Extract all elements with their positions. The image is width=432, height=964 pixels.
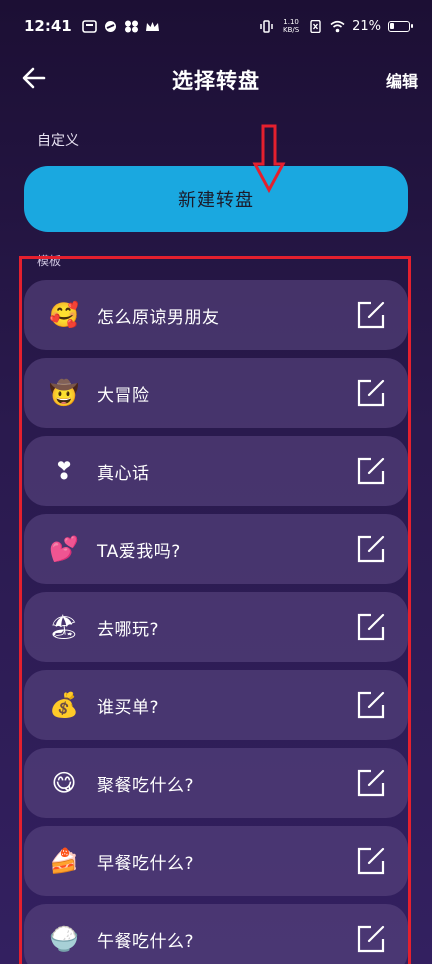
- network-speed-unit: KB/S: [282, 26, 300, 34]
- template-item[interactable]: ❣ 真心话: [24, 436, 408, 506]
- edit-icon[interactable]: [356, 534, 386, 564]
- template-label: 去哪玩?: [97, 619, 160, 640]
- edit-icon[interactable]: [356, 846, 386, 876]
- template-item[interactable]: 🏖 去哪玩?: [24, 592, 408, 662]
- network-speed-value: 1.10: [283, 18, 299, 26]
- edit-button[interactable]: 编辑: [386, 68, 418, 92]
- status-time: 12:41: [24, 17, 72, 35]
- header: 选择转盘 编辑: [0, 52, 432, 104]
- page-title: 选择转盘: [172, 69, 260, 93]
- network-speed: 1.10 KB/S: [281, 18, 301, 34]
- template-emoji: 🏖: [48, 613, 80, 641]
- template-item[interactable]: 🍰 早餐吃什么?: [24, 826, 408, 896]
- template-label: TA爱我吗?: [97, 541, 181, 562]
- edit-icon[interactable]: [356, 612, 386, 642]
- template-emoji: ❣: [53, 457, 75, 485]
- status-right: 1.10 KB/S 21%: [259, 18, 413, 34]
- wifi-icon: [330, 20, 345, 32]
- template-label: 聚餐吃什么?: [97, 775, 195, 796]
- template-emoji: 🥰: [49, 301, 79, 329]
- template-emoji: 🍚: [49, 925, 79, 953]
- notification-app-icon: [104, 20, 116, 32]
- edit-icon[interactable]: [356, 456, 386, 486]
- template-emoji: 💕: [49, 535, 79, 563]
- template-label: 怎么原谅男朋友: [97, 307, 220, 328]
- template-item[interactable]: 🤠 大冒险: [24, 358, 408, 428]
- template-label: 真心话: [97, 463, 150, 484]
- template-item[interactable]: 💕 TA爱我吗?: [24, 514, 408, 584]
- edit-icon[interactable]: [356, 768, 386, 798]
- template-label: 大冒险: [97, 385, 150, 406]
- status-left: 12:41: [24, 17, 160, 35]
- battery-fill: [390, 22, 394, 29]
- edit-icon[interactable]: [356, 378, 386, 408]
- notification-app-icon: [81, 19, 97, 33]
- edit-icon[interactable]: [356, 300, 386, 330]
- template-section-label: 模板: [37, 254, 62, 268]
- template-item[interactable]: 🥰 怎么原谅男朋友: [24, 280, 408, 350]
- vibrate-icon: [260, 19, 273, 33]
- new-wheel-button[interactable]: 新建转盘: [24, 166, 408, 232]
- template-item[interactable]: 🍚 午餐吃什么?: [24, 904, 408, 964]
- sim-no-signal-icon: [310, 19, 321, 33]
- template-emoji: 🤠: [49, 379, 79, 407]
- template-label: 午餐吃什么?: [97, 931, 195, 952]
- template-emoji: 💰: [49, 691, 79, 719]
- template-label: 谁买单?: [97, 697, 160, 718]
- template-label: 早餐吃什么?: [97, 853, 195, 874]
- battery-percent: 21%: [352, 18, 381, 34]
- template-item[interactable]: 💰 谁买单?: [24, 670, 408, 740]
- crown-icon: [145, 21, 159, 31]
- template-item[interactable]: 😋 聚餐吃什么?: [24, 748, 408, 818]
- custom-section-label: 自定义: [37, 133, 79, 149]
- annotation-down-arrow: [252, 124, 286, 194]
- notification-app-icon: [124, 20, 138, 32]
- template-emoji: 🍰: [49, 847, 79, 875]
- battery-icon: [388, 20, 413, 32]
- status-bar: 12:41 1.10 KB/S 21%: [0, 0, 432, 52]
- edit-icon[interactable]: [356, 924, 386, 954]
- template-emoji: 😋: [51, 769, 77, 797]
- edit-icon[interactable]: [356, 690, 386, 720]
